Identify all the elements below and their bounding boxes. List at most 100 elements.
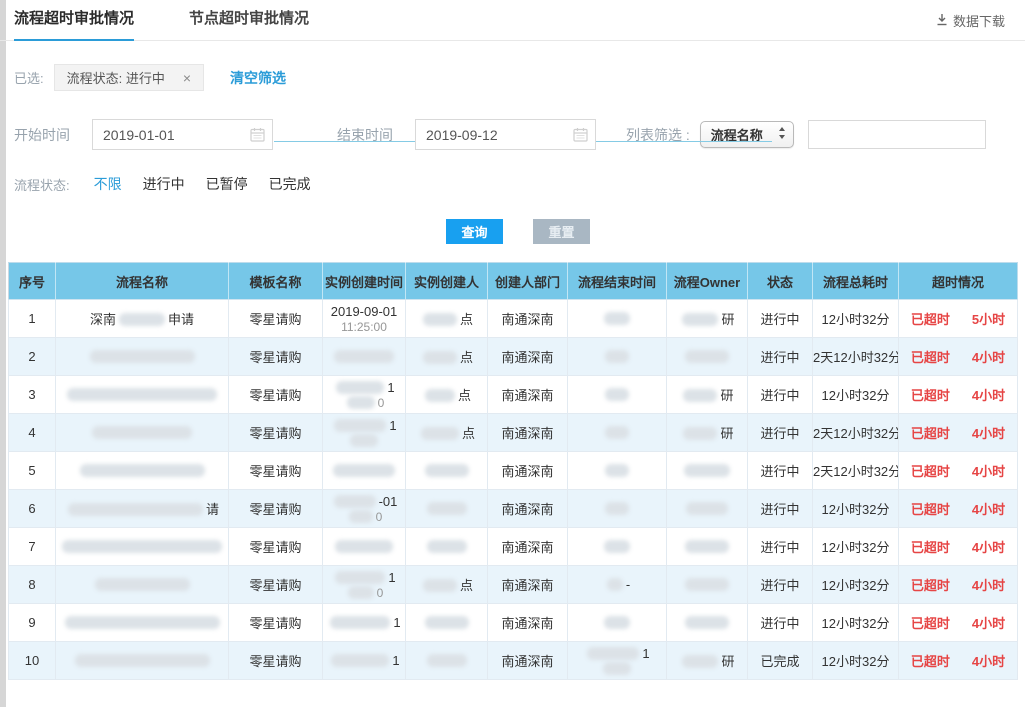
cell-overtime: 已超时4小时: [899, 604, 1018, 642]
calendar-icon[interactable]: [573, 127, 588, 147]
redacted-text: [423, 313, 457, 326]
tabs-bar: 流程超时审批情况 节点超时审批情况 数据下载: [0, 0, 1025, 41]
cell-name: [56, 528, 229, 566]
redacted-text: [605, 502, 629, 515]
keyword-input[interactable]: [808, 120, 986, 149]
cell-line: 1: [323, 418, 405, 433]
status-option-completed[interactable]: 已完成: [269, 174, 311, 194]
redacted-text: [119, 313, 165, 326]
redacted-text: [335, 571, 385, 584]
query-button[interactable]: 查询: [446, 219, 503, 244]
column-header-dept: 创建人部门: [488, 263, 568, 300]
cell-end: [568, 528, 667, 566]
cell-owner: 研: [667, 376, 748, 414]
cell-line: 0: [323, 396, 405, 410]
start-date-input[interactable]: [92, 119, 273, 150]
cell-creator: 点: [406, 338, 488, 376]
overtime-value: 已超时: [911, 347, 950, 366]
redacted-text: [425, 616, 469, 629]
cell-template: 零星请购: [229, 338, 323, 376]
status-option-paused[interactable]: 已暂停: [206, 174, 248, 194]
calendar-icon[interactable]: [250, 127, 265, 147]
cell-dept: 南通深南: [488, 642, 568, 680]
cell-creator: [406, 452, 488, 490]
redacted-text: [427, 540, 467, 553]
tag-close-icon[interactable]: ×: [183, 70, 191, 86]
cell-overtime: 已超时5小时: [899, 300, 1018, 338]
redacted-text: [335, 540, 393, 553]
list-filter-select[interactable]: 流程名称: [700, 121, 794, 148]
clear-filters-link[interactable]: 清空筛选: [230, 68, 286, 88]
overtime-value: 4小时: [972, 385, 1005, 404]
cell-dept: 南通深南: [488, 490, 568, 528]
redacted-text: [603, 662, 631, 675]
table-header-row: 序号流程名称模板名称实例创建时间实例创建人创建人部门流程结束时间流程Owner状…: [9, 263, 1018, 300]
cell-line: 0: [323, 586, 405, 600]
overtime-value: 4小时: [972, 499, 1005, 518]
cell-no: 1: [9, 300, 56, 338]
selected-filters-row: 已选: 流程状态: 进行中 × 清空筛选: [14, 64, 1025, 91]
cell-duration: 12小时32分: [813, 566, 899, 604]
cell-status: 进行中: [748, 414, 813, 452]
cell-status: 进行中: [748, 452, 813, 490]
tab-node-timeout[interactable]: 节点超时审批情况: [189, 0, 309, 41]
redacted-text: [347, 396, 375, 409]
cell-no: 2: [9, 338, 56, 376]
cell-end: -: [568, 566, 667, 604]
cell-no: 4: [9, 414, 56, 452]
cell-line: 1: [323, 570, 405, 585]
overtime-value: 5小时: [972, 309, 1005, 328]
cell-dept: 南通深南: [488, 300, 568, 338]
overtime-value: 4小时: [972, 575, 1005, 594]
cell-line: 1: [568, 646, 666, 661]
redacted-text: [427, 654, 467, 667]
cell-name: [56, 338, 229, 376]
redacted-text: [95, 578, 190, 591]
cell-no: 9: [9, 604, 56, 642]
redacted-text: [334, 419, 386, 432]
column-header-created: 实例创建时间: [323, 263, 406, 300]
redacted-text: [685, 540, 729, 553]
cell-duration: 2天12小时32分: [813, 414, 899, 452]
cell-overtime: 已超时4小时: [899, 452, 1018, 490]
status-option-all[interactable]: 不限: [94, 174, 122, 194]
overtime-value: 4小时: [972, 613, 1005, 632]
redacted-text: [605, 350, 629, 363]
cell-template: 零星请购: [229, 452, 323, 490]
status-option-in-progress[interactable]: 进行中: [143, 174, 185, 194]
tab-process-timeout[interactable]: 流程超时审批情况: [14, 0, 134, 41]
cell-created: -010: [323, 490, 406, 528]
cell-created: [323, 338, 406, 376]
cell-name: [56, 566, 229, 604]
cell-status: 进行中: [748, 604, 813, 642]
overtime-value: 4小时: [972, 423, 1005, 442]
cell-duration: 2天12小时32分: [813, 338, 899, 376]
end-date-input[interactable]: [415, 119, 596, 150]
redacted-text: [62, 540, 222, 553]
redacted-text: [682, 655, 718, 668]
reset-button[interactable]: 重置: [533, 219, 590, 244]
redacted-text: [683, 389, 717, 402]
status-label: 流程状态:: [14, 175, 70, 194]
download-button[interactable]: 数据下载: [936, 0, 1005, 41]
redacted-text: [605, 464, 629, 477]
redacted-text: [684, 464, 730, 477]
cell-owner: [667, 452, 748, 490]
table-row: 9零星请购1南通深南进行中12小时32分已超时4小时: [9, 604, 1018, 642]
redacted-text: [604, 616, 630, 629]
redacted-text: [605, 426, 629, 439]
cell-no: 7: [9, 528, 56, 566]
table-row: 5零星请购南通深南进行中2天12小时32分已超时4小时: [9, 452, 1018, 490]
redacted-text: [685, 616, 729, 629]
cell-dept: 南通深南: [488, 528, 568, 566]
cell-dept: 南通深南: [488, 338, 568, 376]
cell-end: [568, 376, 667, 414]
cell-no: 6: [9, 490, 56, 528]
column-header-overtime: 超时情况: [899, 263, 1018, 300]
cell-creator: [406, 528, 488, 566]
cell-overtime: 已超时4小时: [899, 414, 1018, 452]
cell-no: 5: [9, 452, 56, 490]
overtime-value: 已超时: [911, 499, 950, 518]
redacted-text: [421, 427, 459, 440]
redacted-text: [682, 313, 718, 326]
